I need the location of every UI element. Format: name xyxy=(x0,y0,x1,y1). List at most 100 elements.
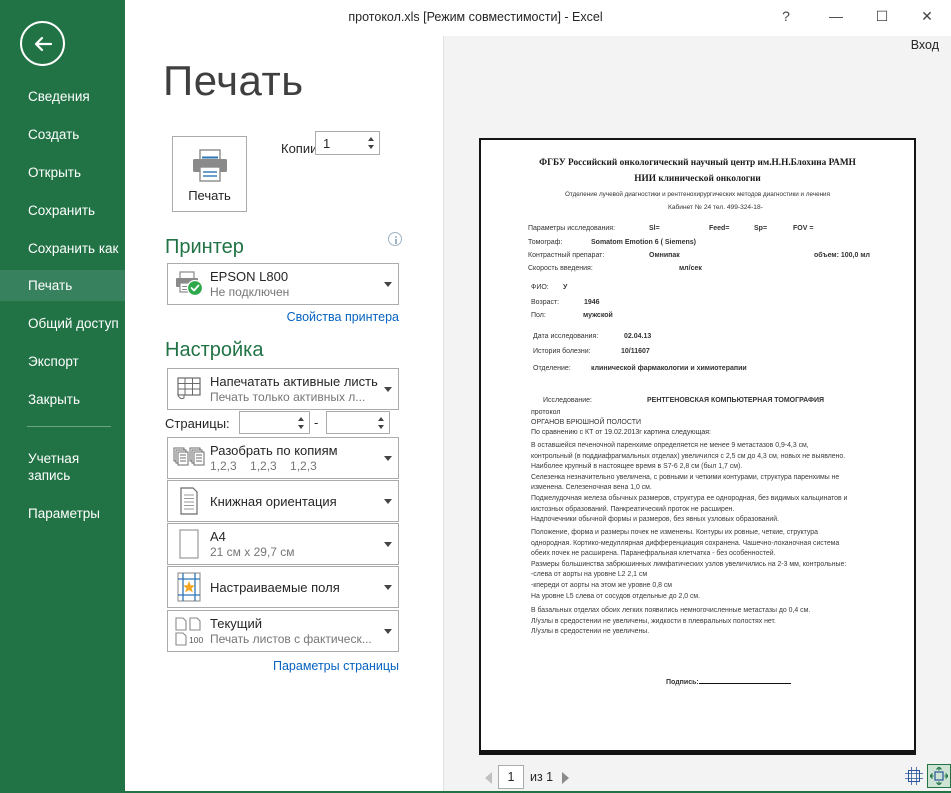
spin-up-icon xyxy=(298,417,304,421)
sidebar-item-info[interactable]: Сведения xyxy=(0,81,125,112)
settings-section-heading: Настройка xyxy=(165,339,263,362)
paper-size-dropdown[interactable]: A4 21 см x 29,7 см xyxy=(167,523,399,565)
print-preview-page: ФГБУ Российский онкологический научный ц… xyxy=(479,138,916,755)
chevron-down-icon xyxy=(378,629,398,634)
chevron-down-icon xyxy=(378,585,398,590)
page-setup-link[interactable]: Параметры страницы xyxy=(167,659,399,673)
sidebar-item-share[interactable]: Общий доступ xyxy=(0,308,125,339)
sidebar-item-print[interactable]: Печать xyxy=(0,270,125,301)
doc-org-cabinet: Кабинет № 24 тел. 499-324-18- xyxy=(668,204,763,211)
sidebar-item-save[interactable]: Сохранить xyxy=(0,195,125,226)
sidebar-item-close-file[interactable]: Закрыть xyxy=(0,384,125,415)
orientation-dropdown[interactable]: Книжная ориентация xyxy=(167,480,399,522)
paper-size-subtitle: 21 см x 29,7 см xyxy=(210,545,378,559)
collate-subtitle: 1,2,3 1,2,3 1,2,3 xyxy=(210,459,378,473)
doc-org-name: ФГБУ Российский онкологический научный ц… xyxy=(481,158,914,168)
scaling-badge: 100 xyxy=(189,635,203,645)
sidebar-item-new[interactable]: Создать xyxy=(0,119,125,150)
print-button[interactable]: Печать xyxy=(172,136,247,212)
sign-in-link[interactable]: Вход xyxy=(911,38,939,52)
collate-dropdown[interactable]: Разобрать по копиям 1,2,3 1,2,3 1,2,3 xyxy=(167,437,399,479)
pages-label: Страницы: xyxy=(165,416,230,431)
sidebar-item-export[interactable]: Экспорт xyxy=(0,346,125,377)
active-sheets-icon xyxy=(168,376,210,402)
doc-exam-sub3: По сравнению с КТ от 19.02.2013г картина… xyxy=(531,429,711,436)
sidebar-item-open[interactable]: Открыть xyxy=(0,157,125,188)
printer-status-icon xyxy=(168,271,210,297)
print-what-subtitle: Печать только активных л... xyxy=(210,390,378,404)
pages-from-input[interactable] xyxy=(240,412,292,433)
print-what-title: Напечатать активные листы xyxy=(210,374,378,389)
paper-size-icon xyxy=(168,529,210,559)
back-button[interactable] xyxy=(20,21,65,66)
scaling-icon: 100 xyxy=(168,616,210,646)
doc-exam-value: РЕНТГЕНОВСКАЯ КОМПЬЮТЕРНАЯ ТОМОГРАФИЯ xyxy=(647,397,824,404)
minimize-button[interactable]: — xyxy=(820,2,852,30)
portrait-orientation-icon xyxy=(168,487,210,515)
scaling-title: Текущий xyxy=(210,616,378,631)
doc-age-label: Возраст: xyxy=(531,299,559,306)
pages-from-spin-buttons[interactable] xyxy=(292,412,309,433)
zoom-to-page-icon xyxy=(930,767,948,785)
margins-dropdown[interactable]: Настраиваемые поля xyxy=(167,566,399,608)
pages-to-input[interactable] xyxy=(327,412,372,433)
printer-name: EPSON L800 xyxy=(210,269,378,284)
close-button[interactable]: ✕ xyxy=(911,2,943,30)
doc-param-fov: FOV = xyxy=(793,225,813,232)
next-page-arrow[interactable] xyxy=(562,772,569,784)
previous-page-arrow[interactable] xyxy=(485,772,492,784)
doc-history-value: 10/11607 xyxy=(621,348,650,355)
doc-contrast-label: Контрастный препарат: xyxy=(528,252,604,259)
copies-spin-buttons[interactable] xyxy=(362,132,379,154)
spin-down-icon xyxy=(368,145,374,149)
doc-param-sl: Sl= xyxy=(649,225,660,232)
printer-properties-link[interactable]: Свойства принтера xyxy=(167,310,399,324)
doc-paragraph-abdomen: В оставшейся печеночной паренхиме опреде… xyxy=(531,441,903,526)
collate-title: Разобрать по копиям xyxy=(210,443,378,458)
chevron-down-icon xyxy=(378,542,398,547)
chevron-down-icon xyxy=(378,499,398,504)
printer-select-dropdown[interactable]: EPSON L800 Не подключен xyxy=(167,263,399,305)
doc-params-label: Параметры исследования: xyxy=(528,225,615,232)
sidebar-divider xyxy=(27,426,111,427)
doc-contrast-value: Омнипак xyxy=(649,252,680,259)
print-what-dropdown[interactable]: Напечатать активные листы Печать только … xyxy=(167,368,399,410)
backstage-sidebar: Сведения Создать Открыть Сохранить Сохра… xyxy=(0,0,125,793)
sidebar-item-save-as[interactable]: Сохранить как xyxy=(0,233,125,264)
excel-backstage-print: Сведения Создать Открыть Сохранить Сохра… xyxy=(0,0,951,793)
pages-range-dash: - xyxy=(314,415,318,430)
pages-from-stepper xyxy=(239,411,310,434)
chevron-down-icon xyxy=(378,282,398,287)
print-button-label: Печать xyxy=(173,188,246,203)
page-number-input[interactable] xyxy=(499,766,523,788)
pages-to-spin-buttons[interactable] xyxy=(372,412,389,433)
signature-line xyxy=(699,677,791,684)
sidebar-item-options[interactable]: Параметры xyxy=(0,498,125,529)
scaling-dropdown[interactable]: 100 Текущий Печать листов с фактическ... xyxy=(167,610,399,652)
doc-paragraph-lungs: В базальных отделах обоих легких появили… xyxy=(531,606,903,638)
copies-input[interactable] xyxy=(316,132,362,154)
show-margins-button[interactable] xyxy=(902,764,926,788)
scaling-subtitle: Печать листов с фактическ... xyxy=(210,632,378,646)
doc-param-sp: Sp= xyxy=(754,225,767,232)
window-title: протокол.xls [Режим совместимости] - Exc… xyxy=(0,10,951,24)
page-count-label: из 1 xyxy=(530,770,553,784)
doc-exam-sub1: протокол xyxy=(531,409,560,416)
show-margins-icon xyxy=(905,767,923,785)
maximize-button[interactable]: ☐ xyxy=(866,2,898,30)
chevron-down-icon xyxy=(378,456,398,461)
doc-fio-label: ФИО: xyxy=(531,284,549,291)
doc-exam-label: Исследование: xyxy=(543,397,592,404)
doc-contrast-volume: объем: 100,0 мл xyxy=(814,252,870,259)
doc-dept-value: клинической фармакологии и химиотерапии xyxy=(591,365,747,372)
margins-title: Настраиваемые поля xyxy=(210,580,378,595)
info-icon[interactable] xyxy=(388,232,402,246)
doc-org-department: Отделение лучевой диагностики и рентгено… xyxy=(481,191,914,198)
printer-icon xyxy=(191,149,229,183)
zoom-to-page-button[interactable] xyxy=(927,764,951,788)
help-button[interactable]: ? xyxy=(770,2,802,30)
doc-speed-label: Скорость введения: xyxy=(528,265,593,272)
pages-to-stepper xyxy=(326,411,390,434)
sidebar-item-account[interactable]: Учетная запись xyxy=(0,447,110,487)
doc-sex-label: Пол: xyxy=(531,312,546,319)
